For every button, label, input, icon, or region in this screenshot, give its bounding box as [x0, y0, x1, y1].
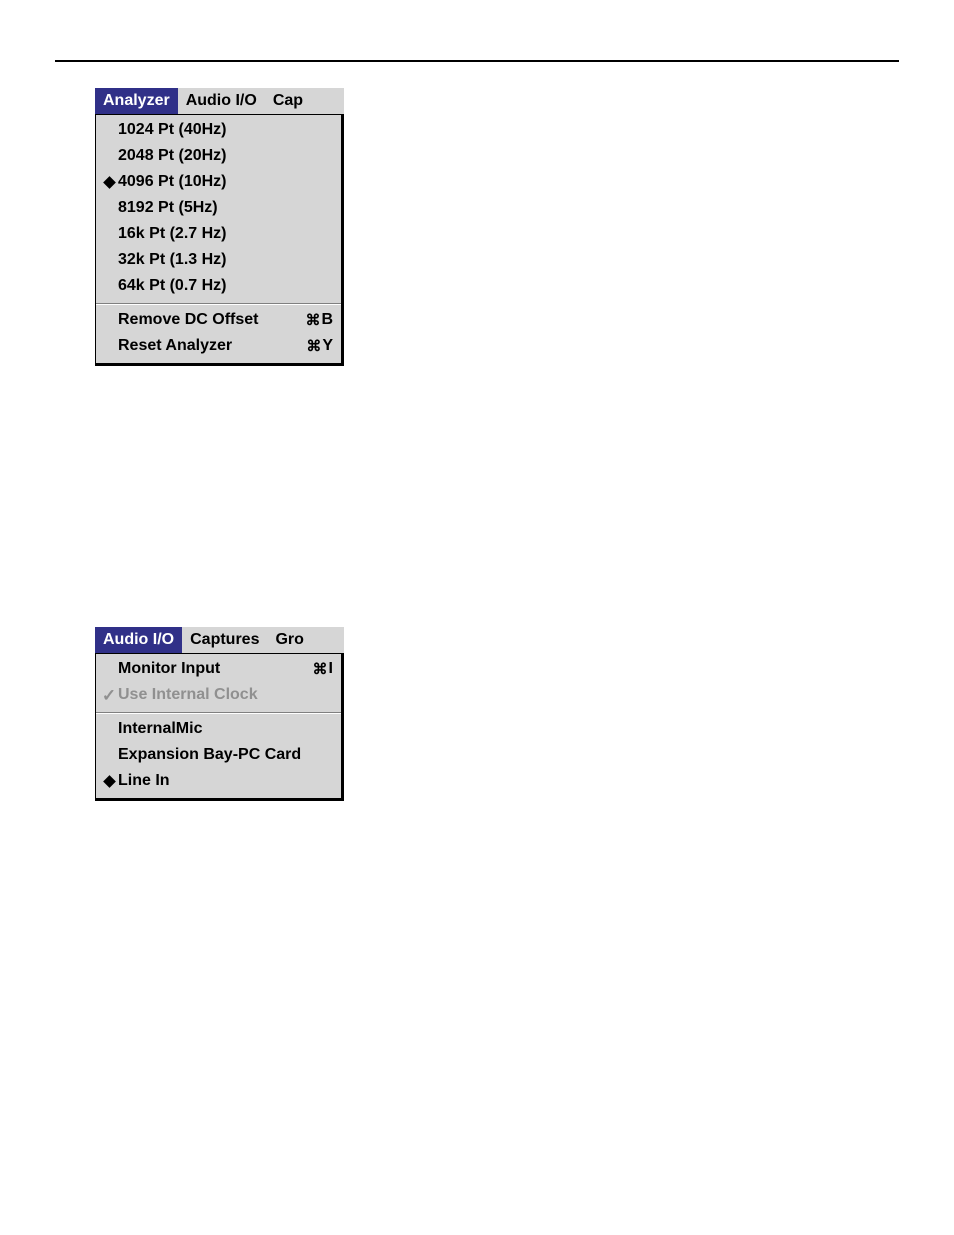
menu-item-1024pt[interactable]: 1024 Pt (40Hz) — [96, 117, 341, 143]
menubar-audio: Audio I/O Captures Gro — [95, 627, 344, 653]
menu-label: Reset Analyzer — [118, 337, 306, 355]
menu-item-reset-analyzer[interactable]: Reset Analyzer ⌘ Y — [96, 333, 341, 359]
page-divider — [55, 60, 899, 62]
command-icon: ⌘ — [313, 660, 328, 678]
analyzer-dropdown: 1024 Pt (40Hz) 2048 Pt (20Hz) 4096 Pt (1… — [95, 114, 344, 366]
menu-item-8192pt[interactable]: 8192 Pt (5Hz) — [96, 195, 341, 221]
menu-label: Remove DC Offset — [118, 311, 305, 329]
menu-item-line-in[interactable]: Line In — [96, 768, 341, 794]
menu-label: Line In — [118, 772, 333, 790]
diamond-icon — [100, 178, 118, 187]
menu-label: 16k Pt (2.7 Hz) — [118, 225, 333, 243]
audio-input-section: InternalMic Expansion Bay-PC Card Line I… — [96, 714, 341, 798]
analyzer-actions-section: Remove DC Offset ⌘ B Reset Analyzer ⌘ Y — [96, 305, 341, 363]
menu-item-4096pt[interactable]: 4096 Pt (10Hz) — [96, 169, 341, 195]
menubar-item-groups-truncated[interactable]: Gro — [267, 627, 311, 653]
shortcut-key: I — [329, 660, 333, 678]
shortcut: ⌘ B — [305, 311, 333, 329]
menubar-analyzer: Analyzer Audio I/O Cap — [95, 88, 344, 114]
menu-label: 32k Pt (1.3 Hz) — [118, 251, 333, 269]
menubar-item-captures[interactable]: Captures — [182, 627, 267, 653]
menu-label: Expansion Bay-PC Card — [118, 746, 333, 764]
diamond-icon — [100, 777, 118, 786]
menu-item-remove-dc-offset[interactable]: Remove DC Offset ⌘ B — [96, 307, 341, 333]
menu-item-monitor-input[interactable]: Monitor Input ⌘ I — [96, 656, 341, 682]
menu-item-32kpt[interactable]: 32k Pt (1.3 Hz) — [96, 247, 341, 273]
command-icon: ⌘ — [306, 337, 321, 355]
menu-label: 64k Pt (0.7 Hz) — [118, 277, 333, 295]
menu-item-internal-mic[interactable]: InternalMic — [96, 716, 341, 742]
menu-label: 4096 Pt (10Hz) — [118, 173, 333, 191]
menu-label: 1024 Pt (40Hz) — [118, 121, 333, 139]
menu-item-16kpt[interactable]: 16k Pt (2.7 Hz) — [96, 221, 341, 247]
check-icon: ✓ — [100, 687, 118, 704]
menu-label: Monitor Input — [118, 660, 313, 678]
menu-item-use-internal-clock: ✓ Use Internal Clock — [96, 682, 341, 708]
menu-label: 2048 Pt (20Hz) — [118, 147, 333, 165]
menubar-item-captures-truncated[interactable]: Cap — [265, 88, 311, 114]
shortcut-key: B — [321, 311, 333, 329]
shortcut-key: Y — [322, 337, 333, 355]
menu-label: InternalMic — [118, 720, 333, 738]
audio-io-menu-block: Audio I/O Captures Gro Monitor Input ⌘ I… — [95, 627, 344, 801]
menubar-item-audio-io[interactable]: Audio I/O — [178, 88, 265, 114]
menubar-item-audio-io[interactable]: Audio I/O — [95, 627, 182, 653]
menu-item-2048pt[interactable]: 2048 Pt (20Hz) — [96, 143, 341, 169]
audio-settings-section: Monitor Input ⌘ I ✓ Use Internal Clock — [96, 654, 341, 712]
menu-label: 8192 Pt (5Hz) — [118, 199, 333, 217]
shortcut: ⌘ I — [313, 660, 333, 678]
analyzer-menu-block: Analyzer Audio I/O Cap 1024 Pt (40Hz) 20… — [95, 88, 344, 366]
menu-item-64kpt[interactable]: 64k Pt (0.7 Hz) — [96, 273, 341, 299]
menubar-item-analyzer[interactable]: Analyzer — [95, 88, 178, 114]
command-icon: ⌘ — [305, 311, 320, 329]
shortcut: ⌘ Y — [306, 337, 333, 355]
audio-dropdown: Monitor Input ⌘ I ✓ Use Internal Clock I… — [95, 653, 344, 801]
menu-item-expansion-bay[interactable]: Expansion Bay-PC Card — [96, 742, 341, 768]
analyzer-resolution-section: 1024 Pt (40Hz) 2048 Pt (20Hz) 4096 Pt (1… — [96, 115, 341, 303]
menu-label: Use Internal Clock — [118, 686, 333, 704]
